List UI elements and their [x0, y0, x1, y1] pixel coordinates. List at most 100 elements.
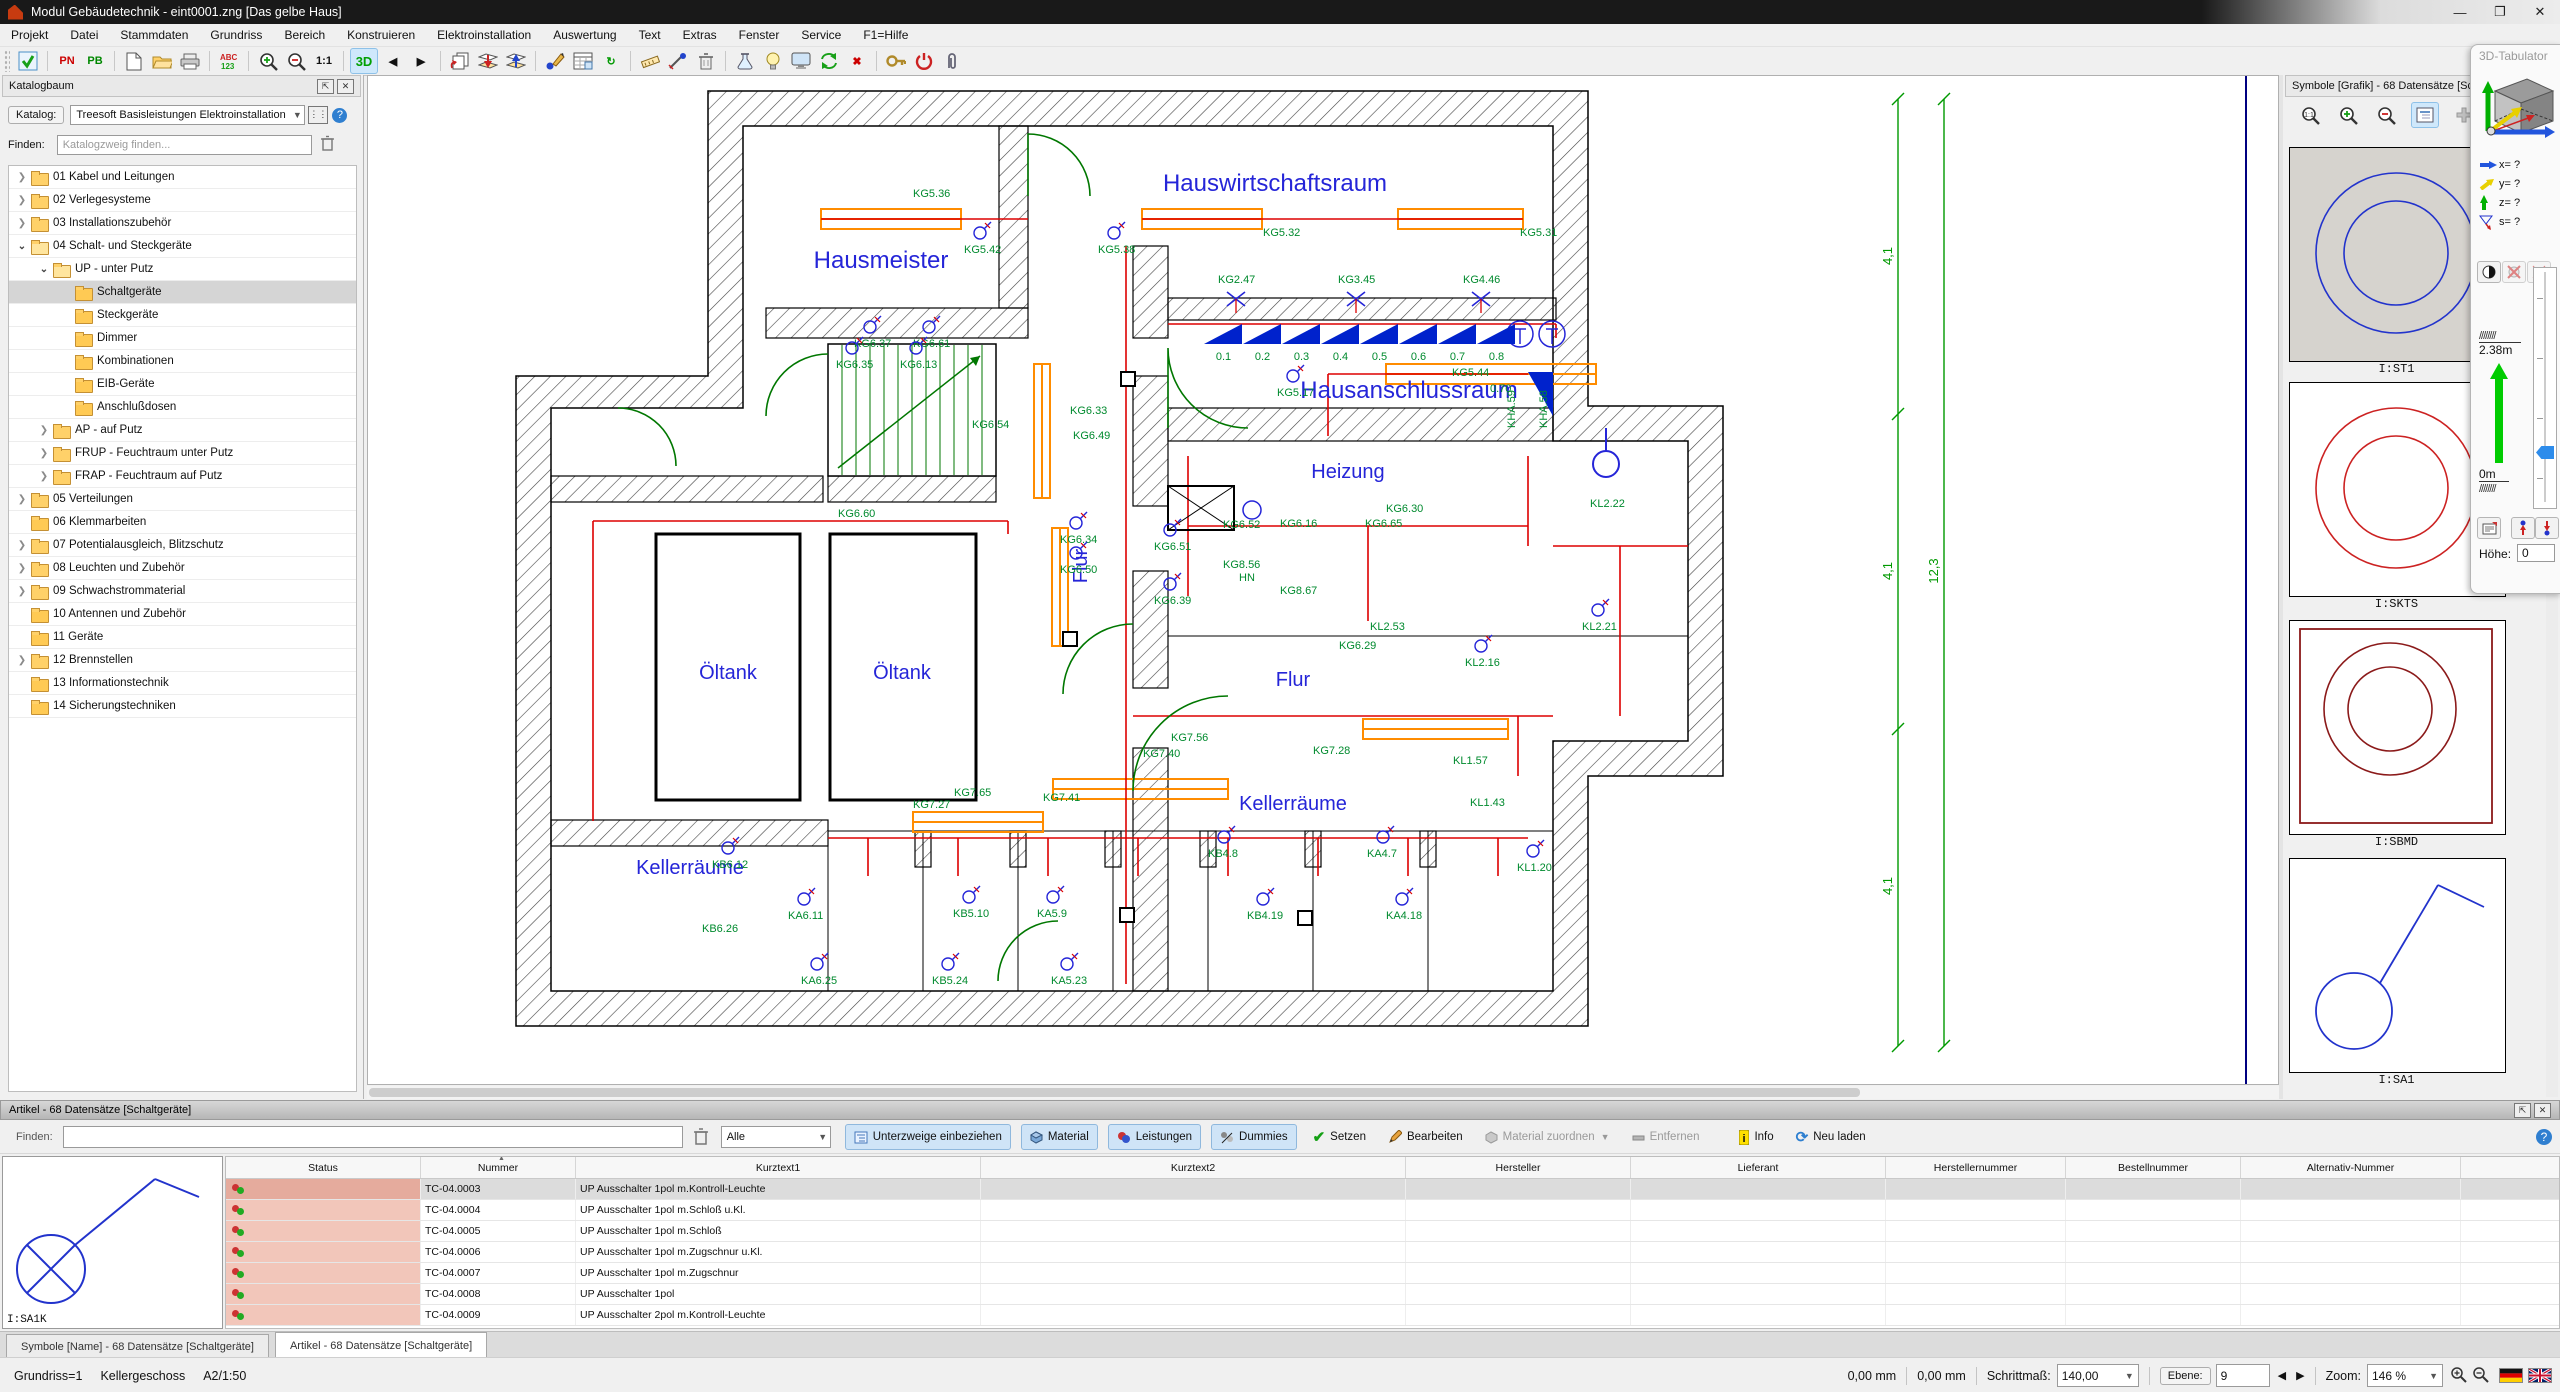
- tree-item-09-schwachstrommaterial[interactable]: ❯09 Schwachstrommaterial: [9, 580, 356, 603]
- render-sphere-button[interactable]: [2477, 261, 2501, 283]
- column-header-hersteller[interactable]: Hersteller: [1406, 1157, 1631, 1178]
- tree-item-eib-geräte[interactable]: EIB-Geräte: [9, 373, 356, 396]
- point-down-button[interactable]: [2535, 517, 2559, 539]
- tree-item-up-unter-putz[interactable]: ⌄UP - unter Putz: [9, 258, 356, 281]
- monitor-icon[interactable]: [788, 49, 814, 73]
- layer-insert-red-icon[interactable]: [475, 49, 501, 73]
- menu-item-extras[interactable]: Extras: [672, 28, 728, 42]
- expand-icon[interactable]: ❯: [15, 494, 29, 505]
- measure-icon[interactable]: [637, 49, 663, 73]
- menu-item-stammdaten[interactable]: Stammdaten: [109, 28, 199, 42]
- bulb-icon[interactable]: [760, 49, 786, 73]
- print-icon[interactable]: [177, 49, 203, 73]
- table-calc-icon[interactable]: [570, 49, 596, 73]
- language-german-flag[interactable]: [2499, 1368, 2523, 1383]
- menu-item-text[interactable]: Text: [628, 28, 672, 42]
- catalog-search-input[interactable]: Katalogzweig finden...: [57, 135, 312, 155]
- clear-search-icon[interactable]: [320, 135, 335, 155]
- bearbeiten-button[interactable]: Bearbeiten: [1382, 1125, 1469, 1149]
- neu-laden-button[interactable]: ⟳ Neu laden: [1790, 1125, 1872, 1149]
- copy-layer-icon[interactable]: [447, 49, 473, 73]
- view-options-icon[interactable]: ⋮⋮: [308, 106, 328, 124]
- column-header-status[interactable]: Status: [226, 1157, 421, 1178]
- expand-icon[interactable]: ❯: [37, 448, 51, 459]
- menu-item-elektroinstallation[interactable]: Elektroinstallation: [426, 28, 542, 42]
- zoom-in-icon[interactable]: [2335, 103, 2361, 127]
- zoom-out-icon[interactable]: [2472, 1366, 2489, 1386]
- ebene-input[interactable]: 9: [2216, 1364, 2270, 1387]
- leistungen-toggle[interactable]: Leistungen: [1108, 1124, 1201, 1150]
- tree-item-14-sicherungstechniken[interactable]: 14 Sicherungstechniken: [9, 695, 356, 718]
- expand-icon[interactable]: ❯: [15, 195, 29, 206]
- probe-icon[interactable]: [665, 49, 691, 73]
- tree-item-06-klemmarbeiten[interactable]: 06 Klemmarbeiten: [9, 511, 356, 534]
- new-file-icon[interactable]: [121, 49, 147, 73]
- slider-handle[interactable]: [2536, 446, 2554, 459]
- schrittmass-select[interactable]: 140,00▼: [2057, 1364, 2139, 1387]
- column-header-alternativ-nummer[interactable]: Alternativ-Nummer: [2241, 1157, 2461, 1178]
- expand-icon[interactable]: ❯: [15, 655, 29, 666]
- view-3d-button[interactable]: 3D: [350, 48, 378, 74]
- tree-item-frap-feuchtraum-auf-putz[interactable]: ❯FRAP - Feuchtraum auf Putz: [9, 465, 356, 488]
- close-button[interactable]: ✕: [2520, 4, 2560, 20]
- tree-item-frup-feuchtraum-unter-putz[interactable]: ❯FRUP - Feuchtraum unter Putz: [9, 442, 356, 465]
- menu-item-f1-hilfe[interactable]: F1=Hilfe: [852, 28, 919, 42]
- help-icon[interactable]: ?: [332, 108, 347, 123]
- collapse-icon[interactable]: ⌄: [15, 241, 29, 252]
- menu-item-service[interactable]: Service: [790, 28, 852, 42]
- project-browse-icon[interactable]: PB: [82, 49, 108, 73]
- ebene-button[interactable]: Ebene:: [2160, 1367, 2211, 1385]
- close-panel-icon[interactable]: ✕: [337, 79, 354, 94]
- expand-icon[interactable]: ❯: [37, 471, 51, 482]
- setzen-button[interactable]: ✔ Setzen: [1307, 1125, 1372, 1149]
- table-row[interactable]: TC-04.0003UP Ausschalter 1pol m.Kontroll…: [226, 1179, 2559, 1200]
- menu-item-auswertung[interactable]: Auswertung: [542, 28, 627, 42]
- zoom-out-icon[interactable]: [2373, 103, 2399, 127]
- menu-item-projekt[interactable]: Projekt: [0, 28, 59, 42]
- tree-item-kombinationen[interactable]: Kombinationen: [9, 350, 356, 373]
- maximize-button[interactable]: ❐: [2480, 4, 2520, 20]
- ebene-prev-button[interactable]: ◀: [2278, 1369, 2286, 1382]
- articles-search-input[interactable]: [63, 1126, 683, 1148]
- key-icon[interactable]: [883, 49, 909, 73]
- height-slider[interactable]: [2533, 267, 2557, 509]
- tree-item-anschlußdosen[interactable]: Anschlußdosen: [9, 396, 356, 419]
- toolbar-drag-handle[interactable]: [4, 50, 10, 72]
- table-row[interactable]: TC-04.0004UP Ausschalter 1pol m.Schloß u…: [226, 1200, 2559, 1221]
- edit-pencil-icon[interactable]: [542, 49, 568, 73]
- delete-icon[interactable]: [693, 49, 719, 73]
- menu-item-grundriss[interactable]: Grundriss: [199, 28, 273, 42]
- zoom-original-icon[interactable]: 1:1: [2297, 103, 2323, 127]
- float-panel-icon[interactable]: ⇱: [317, 79, 334, 94]
- zoom-in-icon[interactable]: [255, 49, 281, 73]
- info-button[interactable]: i Info: [1733, 1125, 1779, 1149]
- column-header-kurztext1[interactable]: Kurztext1: [576, 1157, 981, 1178]
- list-view-button[interactable]: [2411, 102, 2439, 128]
- tree-item-11-geräte[interactable]: 11 Geräte: [9, 626, 356, 649]
- column-header-nummer[interactable]: Nummer▲: [421, 1157, 576, 1178]
- unterzweige-toggle[interactable]: Unterzweige einbeziehen: [845, 1124, 1011, 1150]
- text-numbers-icon[interactable]: ABC123: [216, 49, 242, 73]
- tree-item-13-informationstechnik[interactable]: 13 Informationstechnik: [9, 672, 356, 695]
- confirm-icon[interactable]: [15, 49, 41, 73]
- tree-item-03-installationszubehör[interactable]: ❯03 Installationszubehör: [9, 212, 356, 235]
- menu-item-bereich[interactable]: Bereich: [273, 28, 336, 42]
- clip-icon[interactable]: [939, 49, 965, 73]
- katalog-select[interactable]: Treesoft Basisleistungen Elektroinstalla…: [70, 105, 305, 125]
- hide-sphere-button[interactable]: [2502, 261, 2526, 283]
- tree-item-05-verteilungen[interactable]: ❯05 Verteilungen: [9, 488, 356, 511]
- minimize-button[interactable]: —: [2440, 5, 2480, 20]
- drawing-hscrollbar[interactable]: [367, 1086, 2279, 1099]
- table-row[interactable]: TC-04.0007UP Ausschalter 1pol m.Zugschnu…: [226, 1263, 2559, 1284]
- hoehe-input[interactable]: 0: [2517, 544, 2555, 562]
- column-header-lieferant[interactable]: Lieferant: [1631, 1157, 1886, 1178]
- back-icon[interactable]: ◀: [380, 49, 406, 73]
- tree-item-02-verlegesysteme[interactable]: ❯02 Verlegesysteme: [9, 189, 356, 212]
- tree-item-07-potentialausgleich-blitzschutz[interactable]: ❯07 Potentialausgleich, Blitzschutz: [9, 534, 356, 557]
- power-icon[interactable]: [911, 49, 937, 73]
- symbol-item-i-sbmd[interactable]: [2289, 620, 2506, 835]
- katalog-button[interactable]: Katalog:: [8, 106, 64, 124]
- zoom-original-icon[interactable]: 1:1: [311, 49, 337, 73]
- symbol-item-i-sa1[interactable]: [2289, 858, 2506, 1073]
- project-new-icon[interactable]: PN: [54, 49, 80, 73]
